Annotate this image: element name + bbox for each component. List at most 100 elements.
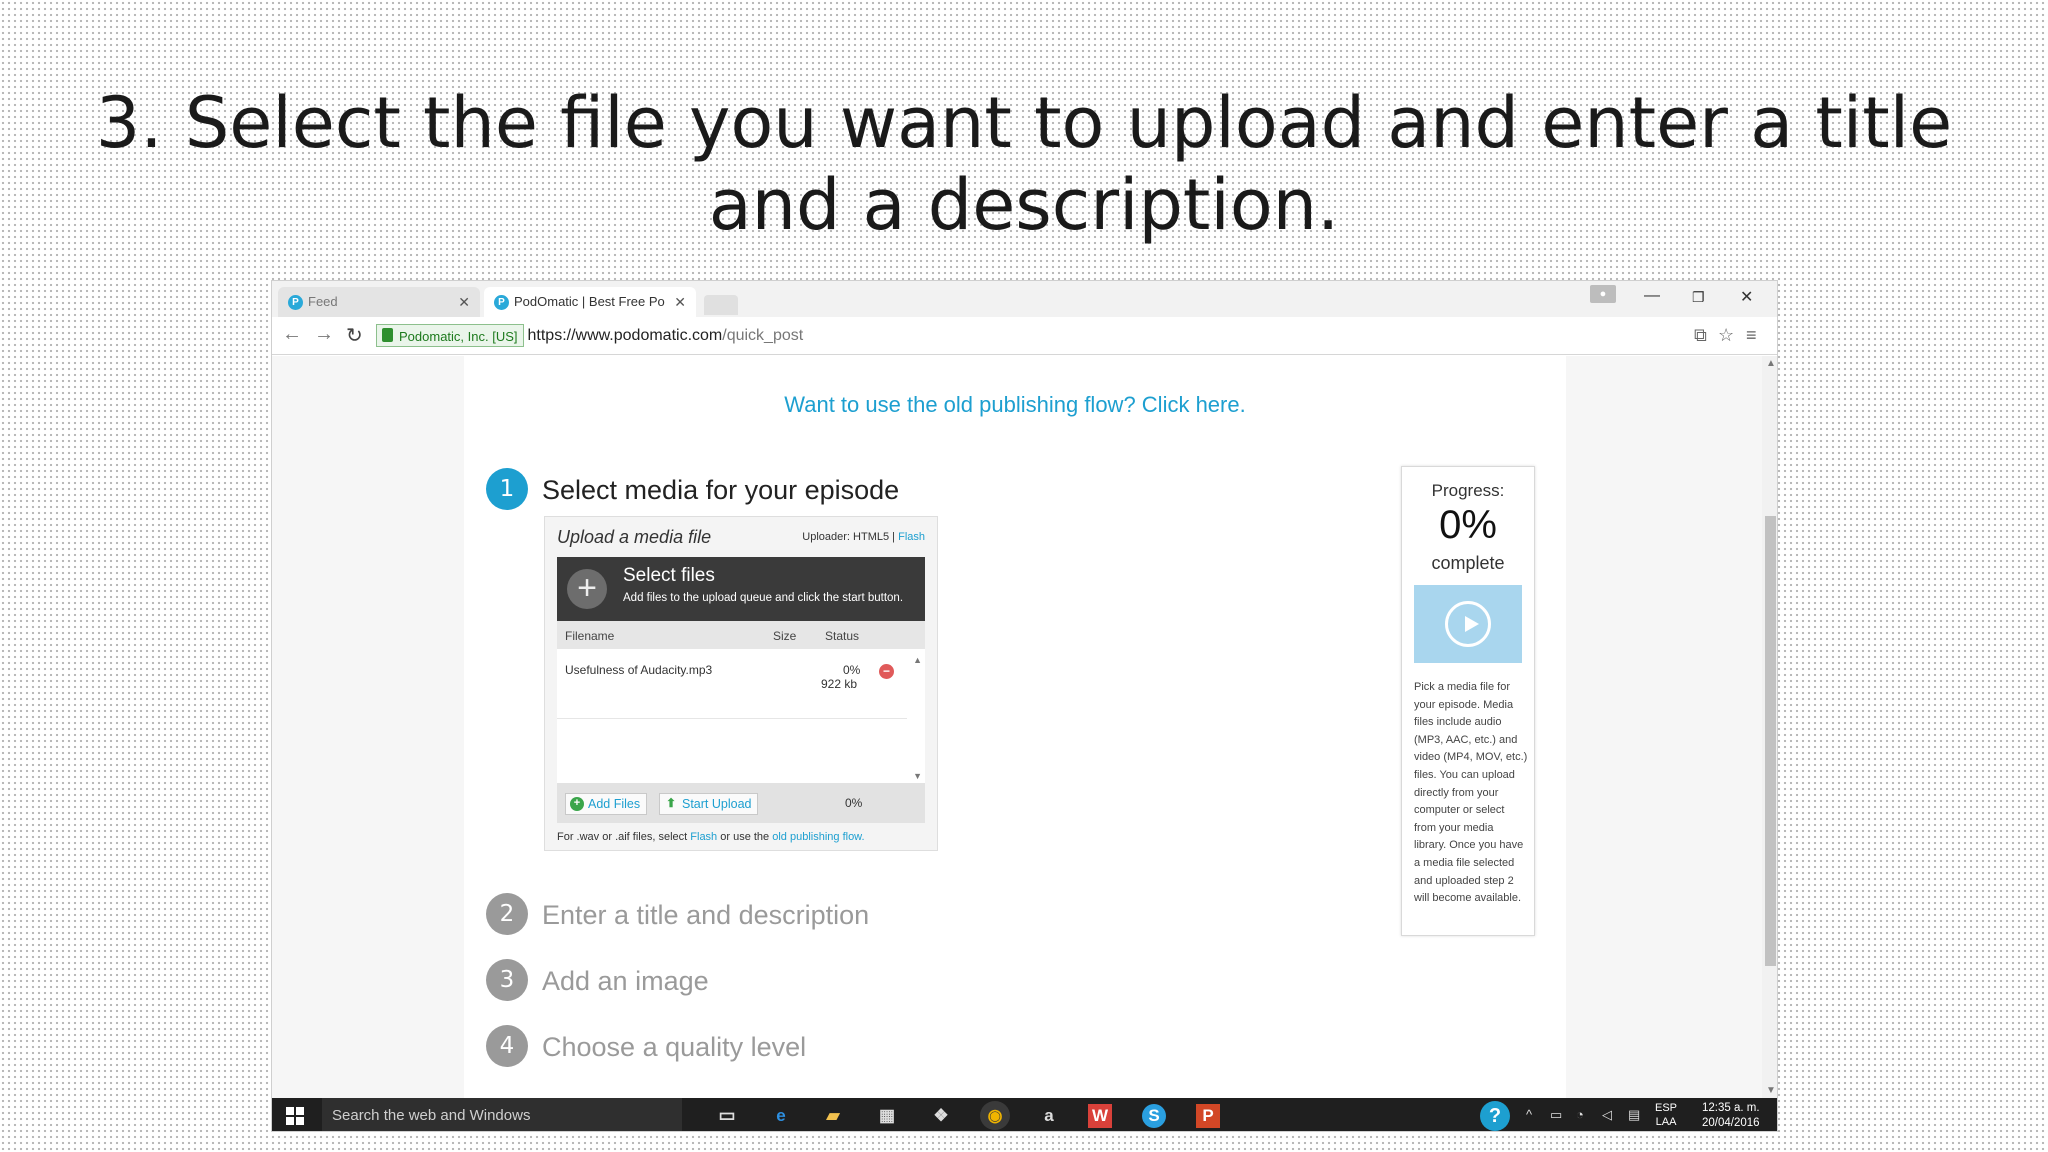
url-path: /quick_post xyxy=(722,327,804,344)
progress-panel: Progress: 0% complete Pick a media file … xyxy=(1401,466,1535,936)
input-language[interactable]: ESP LAA xyxy=(1655,1101,1677,1129)
select-files-button[interactable]: + Select files Add files to the upload q… xyxy=(557,557,925,621)
uploader-note: For .wav or .aif files, select Flash or … xyxy=(557,831,865,843)
step-label: Enter a title and description xyxy=(542,900,870,930)
tab-label: PodOmatic | Best Free Po xyxy=(514,294,665,309)
select-files-subtitle: Add files to the upload queue and click … xyxy=(623,592,904,604)
browser-window: P Feed ✕ P PodOmatic | Best Free Po ✕ ● … xyxy=(271,280,1778,1132)
wifi-icon[interactable]: ◔ xyxy=(1576,1107,1584,1122)
help-icon[interactable]: ? xyxy=(1480,1101,1510,1131)
step-label: Choose a quality level xyxy=(542,1032,807,1062)
slide-title-line-2: and a description. xyxy=(708,164,1340,246)
column-size: Size xyxy=(773,629,797,643)
ev-certificate-badge[interactable]: Podomatic, Inc. [US] xyxy=(376,324,524,348)
address-bar[interactable]: Podomatic, Inc. [US] https://www.podomat… xyxy=(376,322,1616,349)
menu-icon[interactable]: ≡ xyxy=(1746,325,1757,346)
note-flash-link[interactable]: Flash xyxy=(690,831,717,843)
wps-office-icon[interactable]: W xyxy=(1088,1104,1112,1128)
media-uploader: Upload a media file Uploader: HTML5 | Fl… xyxy=(544,516,938,851)
uploader-heading: Upload a media file xyxy=(557,527,712,547)
tab-feed[interactable]: P Feed ✕ xyxy=(278,287,480,317)
new-tab-button[interactable] xyxy=(704,295,738,315)
total-percent: 0% xyxy=(845,796,863,810)
clock-date: 20/04/2016 xyxy=(1702,1117,1760,1129)
tab-label: Feed xyxy=(308,294,338,309)
scroll-up-icon[interactable]: ▲ xyxy=(1766,358,1776,369)
upload-queue: Filename Size Status Usefulness of Audac… xyxy=(557,621,925,783)
taskbar-search[interactable]: Search the web and Windows xyxy=(322,1098,682,1131)
search-placeholder: Search the web and Windows xyxy=(332,1107,531,1124)
close-window-icon[interactable]: ✕ xyxy=(1740,287,1753,307)
page-viewport: Want to use the old publishing flow? Cli… xyxy=(272,356,1762,1098)
column-status: Status xyxy=(825,629,860,643)
powerpoint-icon[interactable]: P xyxy=(1196,1104,1220,1128)
scroll-thumb[interactable] xyxy=(1765,516,1776,966)
chevron-up-icon[interactable]: ^ xyxy=(1526,1107,1532,1122)
step-number: 3 xyxy=(486,959,528,1001)
progress-complete-label: complete xyxy=(1431,553,1505,573)
volume-icon[interactable]: ◁ xyxy=(1602,1107,1612,1123)
table-row: Usefulness of Audacity.mp3 0% 922 kb − xyxy=(557,649,907,719)
minimize-icon[interactable]: — xyxy=(1644,287,1660,305)
forward-icon[interactable]: → xyxy=(314,323,334,346)
progress-value: 0% xyxy=(1439,503,1497,547)
podomatic-icon: P xyxy=(494,295,509,310)
bookmark-star-icon[interactable]: ☆ xyxy=(1718,325,1734,346)
lock-icon xyxy=(382,328,393,343)
select-files-title: Select files xyxy=(623,565,715,586)
notifications-icon[interactable]: ▤ xyxy=(1628,1107,1640,1123)
plus-icon: + xyxy=(567,569,607,609)
amazon-icon[interactable]: a xyxy=(1034,1101,1064,1130)
page-content: Want to use the old publishing flow? Cli… xyxy=(464,356,1566,1098)
media-preview xyxy=(1414,585,1522,663)
step-number: 4 xyxy=(486,1025,528,1067)
url-host: https://www.podomatic.com xyxy=(527,327,723,344)
restore-icon[interactable]: ❐ xyxy=(1692,289,1705,306)
play-icon xyxy=(1445,601,1491,647)
file-size: 922 kb xyxy=(821,677,858,691)
scroll-down-icon[interactable]: ▼ xyxy=(1766,1085,1776,1096)
step-number: 2 xyxy=(486,893,528,935)
add-files-button[interactable]: + Add Files xyxy=(565,793,648,815)
progress-label: Progress: xyxy=(1431,481,1505,500)
windows-taskbar: Search the web and Windows ▭ e ▰ ▦ ❖ ◉ a… xyxy=(272,1098,1777,1131)
queue-scroll-up-icon[interactable]: ▲ xyxy=(913,655,922,665)
flash-mode-link[interactable]: Flash xyxy=(898,531,925,543)
old-flow-link[interactable]: Want to use the old publishing flow? Cli… xyxy=(464,392,1566,418)
start-upload-button[interactable]: ⬆ Start Upload xyxy=(659,793,759,815)
file-name: Usefulness of Audacity.mp3 xyxy=(565,663,713,677)
old-publishing-flow-link[interactable]: old publishing flow. xyxy=(772,831,864,843)
back-icon[interactable]: ← xyxy=(282,323,302,346)
windows-start-icon[interactable] xyxy=(286,1107,304,1125)
upload-arrow-icon: ⬆ xyxy=(665,796,677,810)
uploader-footer: + Add Files ⬆ Start Upload 0% xyxy=(557,783,925,823)
slide-title-line-1: 3. Select the file you want to upload an… xyxy=(95,82,1953,164)
remove-file-icon[interactable]: − xyxy=(879,664,894,679)
column-filename: Filename xyxy=(565,629,615,643)
close-tab-icon[interactable]: ✕ xyxy=(458,287,470,317)
clock-time: 12:35 a. m. xyxy=(1702,1102,1760,1114)
user-profile-icon[interactable]: ● xyxy=(1590,285,1616,303)
reload-icon[interactable]: ↻ xyxy=(346,323,363,348)
step-label: Add an image xyxy=(542,966,709,996)
page-scrollbar[interactable]: ▲ ▼ xyxy=(1762,356,1777,1098)
queue-header: Filename Size Status xyxy=(557,621,925,649)
battery-icon[interactable]: ▭ xyxy=(1550,1107,1562,1123)
translate-icon[interactable]: ⧉ xyxy=(1694,325,1707,346)
slide-title: 3. Select the file you want to upload an… xyxy=(0,82,2048,246)
browser-toolbar: ← → ↻ Podomatic, Inc. [US] https://www.p… xyxy=(272,317,1777,355)
chrome-icon[interactable]: ◉ xyxy=(980,1101,1010,1130)
progress-help-text: Pick a media file for your episode. Medi… xyxy=(1414,681,1528,905)
store-icon[interactable]: ▦ xyxy=(872,1101,902,1130)
step-number: 1 xyxy=(486,468,528,510)
dropbox-icon[interactable]: ❖ xyxy=(926,1101,956,1130)
close-tab-icon[interactable]: ✕ xyxy=(674,287,686,317)
edge-icon[interactable]: e xyxy=(766,1101,796,1130)
tab-podomatic[interactable]: P PodOmatic | Best Free Po ✕ xyxy=(484,287,696,317)
skype-icon[interactable]: S xyxy=(1142,1104,1166,1128)
clock[interactable]: 12:35 a. m. 20/04/2016 xyxy=(1702,1101,1760,1131)
queue-scroll-down-icon[interactable]: ▼ xyxy=(913,771,922,781)
file-explorer-icon[interactable]: ▰ xyxy=(818,1101,848,1130)
file-percent: 0% xyxy=(843,663,861,677)
task-view-icon[interactable]: ▭ xyxy=(712,1101,742,1130)
